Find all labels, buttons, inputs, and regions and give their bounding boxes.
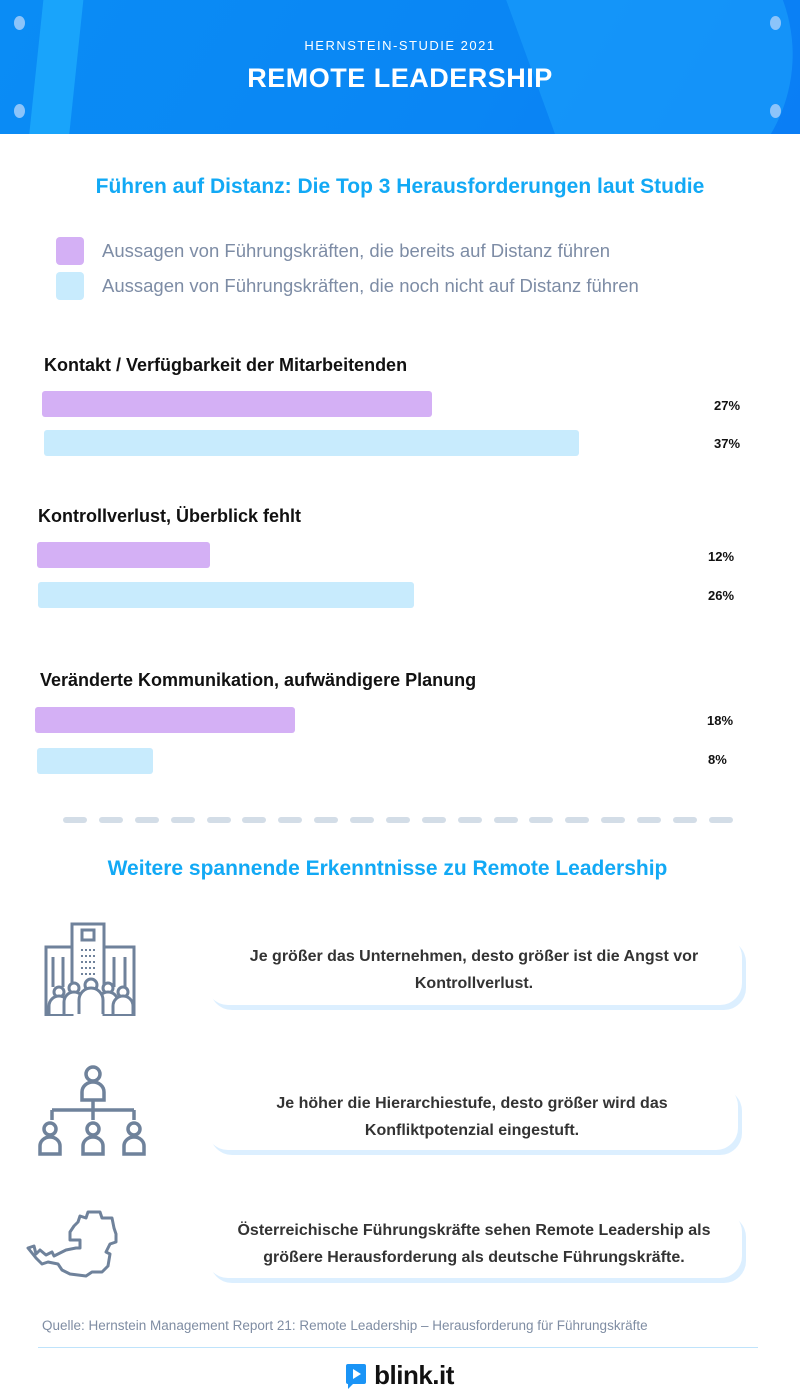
insight-card: Österreichische Führungskräfte sehen Rem… — [206, 1210, 742, 1278]
header-kicker: HERNSTEIN-STUDIE 2021 — [304, 38, 496, 53]
blink-play-icon — [346, 1363, 367, 1389]
dashed-divider — [63, 817, 733, 823]
bar-category-1-series-0 — [37, 542, 211, 568]
header-title: REMOTE LEADERSHIP — [247, 63, 553, 93]
category-label: Kontakt / Verfügbarkeit der Mitarbeitend… — [44, 355, 408, 375]
dash-segment — [672, 817, 697, 823]
legend-item: Aussagen von Führungskräften, die noch n… — [56, 272, 639, 300]
dash-segment — [637, 817, 661, 823]
dash-segment — [493, 817, 518, 823]
category-label: Kontrollverlust, Überblick fehlt — [38, 506, 302, 526]
bar-category-2-series-0 — [35, 707, 296, 733]
dash-segment — [421, 817, 446, 823]
decor-dot — [14, 104, 25, 118]
insights-title: Weitere spannende Erkenntnisse zu Remote… — [107, 857, 668, 880]
value-label: 26% — [708, 588, 735, 603]
insight-text: Je höher die Hierarchiestufe, desto größ… — [276, 1095, 668, 1139]
dash-segment — [134, 817, 159, 823]
decor-dot — [770, 104, 781, 118]
legend-item: Aussagen von Führungskräften, die bereit… — [56, 237, 610, 265]
dash-segment — [350, 817, 374, 823]
value-label: 12% — [708, 549, 735, 564]
legend-swatch-purple — [56, 237, 84, 265]
decor-dot — [14, 16, 25, 30]
dash-segment — [601, 817, 626, 823]
dash-segment — [98, 817, 123, 823]
value-label: 18% — [707, 713, 734, 728]
legend-swatch-blue — [56, 272, 84, 300]
brand-name: blink.it — [374, 1360, 454, 1390]
value-label: 27% — [714, 398, 741, 413]
dash-segment — [708, 817, 733, 823]
dash-segment — [385, 817, 410, 823]
insight-card: Je größer das Unternehmen, desto größer … — [206, 935, 742, 1005]
brand-logo: blink.it — [0, 1360, 800, 1391]
dash-segment — [63, 817, 87, 823]
austria-map-icon — [26, 1210, 118, 1278]
dash-segment — [278, 817, 303, 823]
dash-segment — [206, 817, 231, 823]
dash-segment — [242, 817, 267, 823]
hierarchy-org-chart-icon — [38, 1065, 146, 1156]
legend-label: Aussagen von Führungskräften, die noch n… — [102, 275, 639, 296]
dash-segment — [314, 817, 339, 823]
value-label: 8% — [708, 752, 727, 767]
dash-segment — [457, 817, 482, 823]
bar-category-0-series-0 — [42, 391, 433, 417]
decor-dot — [770, 16, 781, 30]
dash-segment — [170, 817, 195, 823]
insight-text: Je größer das Unternehmen, desto größer … — [249, 948, 699, 992]
source-citation: Quelle: Hernstein Management Report 21: … — [42, 1318, 648, 1333]
bar-category-0-series-1 — [44, 430, 579, 456]
bar-category-2-series-1 — [37, 748, 153, 774]
value-label: 37% — [714, 436, 741, 451]
header-banner: HERNSTEIN-STUDIE 2021 REMOTE LEADERSHIP — [0, 0, 800, 134]
footer-divider — [38, 1347, 758, 1348]
office-building-people-icon — [44, 922, 136, 1016]
dash-segment — [529, 817, 554, 823]
bar-category-1-series-1 — [38, 582, 414, 608]
insight-card: Je höher die Hierarchiestufe, desto größ… — [206, 1084, 738, 1150]
legend-label: Aussagen von Führungskräften, die bereit… — [102, 240, 611, 261]
category-label: Veränderte Kommunikation, aufwändigere P… — [40, 670, 477, 690]
dash-segment — [565, 817, 590, 823]
insight-text: Österreichische Führungskräfte sehen Rem… — [237, 1222, 711, 1266]
chart-title: Führen auf Distanz: Die Top 3 Herausford… — [95, 175, 705, 198]
